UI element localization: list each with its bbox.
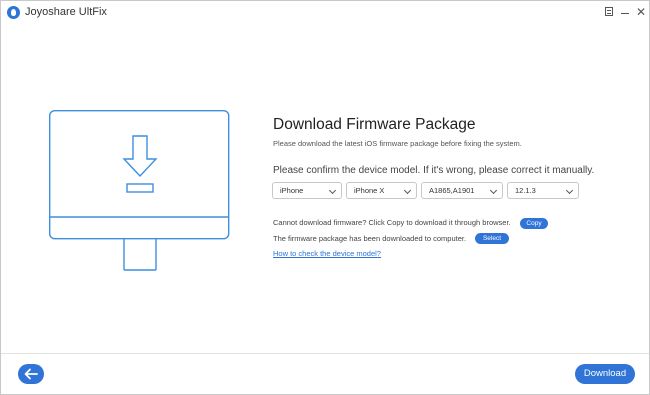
copy-note: Cannot download firmware? Click Copy to …	[273, 218, 511, 227]
title-bar: Joyoshare UltFix ✕	[1, 1, 649, 25]
confirm-instruction: Please confirm the device model. If it's…	[273, 165, 595, 176]
window-title: Joyoshare UltFix	[25, 6, 107, 18]
menu-icon[interactable]	[602, 5, 616, 19]
device-model-select[interactable]: iPhone X	[346, 182, 417, 199]
copy-button[interactable]: Copy	[520, 218, 548, 229]
model-number-select[interactable]: A1865,A1901	[421, 182, 503, 199]
page-title: Download Firmware Package	[273, 116, 476, 133]
close-icon[interactable]: ✕	[634, 5, 648, 19]
ios-version-select[interactable]: 12.1.3	[507, 182, 579, 199]
select-note: The firmware package has been downloaded…	[273, 234, 467, 243]
chevron-down-icon	[565, 186, 574, 195]
check-device-model-link[interactable]: How to check the device model?	[273, 249, 381, 258]
select-button[interactable]: Select	[475, 233, 509, 244]
page-subtitle: Please download the latest iOS firmware …	[273, 139, 522, 148]
select-value: iPhone	[280, 186, 304, 195]
arrow-left-icon	[24, 368, 38, 380]
footer-divider	[1, 353, 649, 354]
download-button[interactable]: Download	[575, 364, 635, 384]
monitor-download-illustration	[48, 109, 231, 277]
select-value: A1865,A1901	[429, 186, 475, 195]
chevron-down-icon	[328, 186, 337, 195]
chevron-down-icon	[489, 186, 498, 195]
app-logo-icon	[7, 6, 20, 19]
select-value: 12.1.3	[515, 186, 536, 195]
select-value: iPhone X	[354, 186, 385, 195]
app-window: Joyoshare UltFix ✕ Download Firmware Pac…	[0, 0, 650, 395]
minimize-icon[interactable]	[618, 5, 632, 19]
back-button[interactable]	[18, 364, 44, 384]
device-type-select[interactable]: iPhone	[272, 182, 342, 199]
chevron-down-icon	[403, 186, 412, 195]
